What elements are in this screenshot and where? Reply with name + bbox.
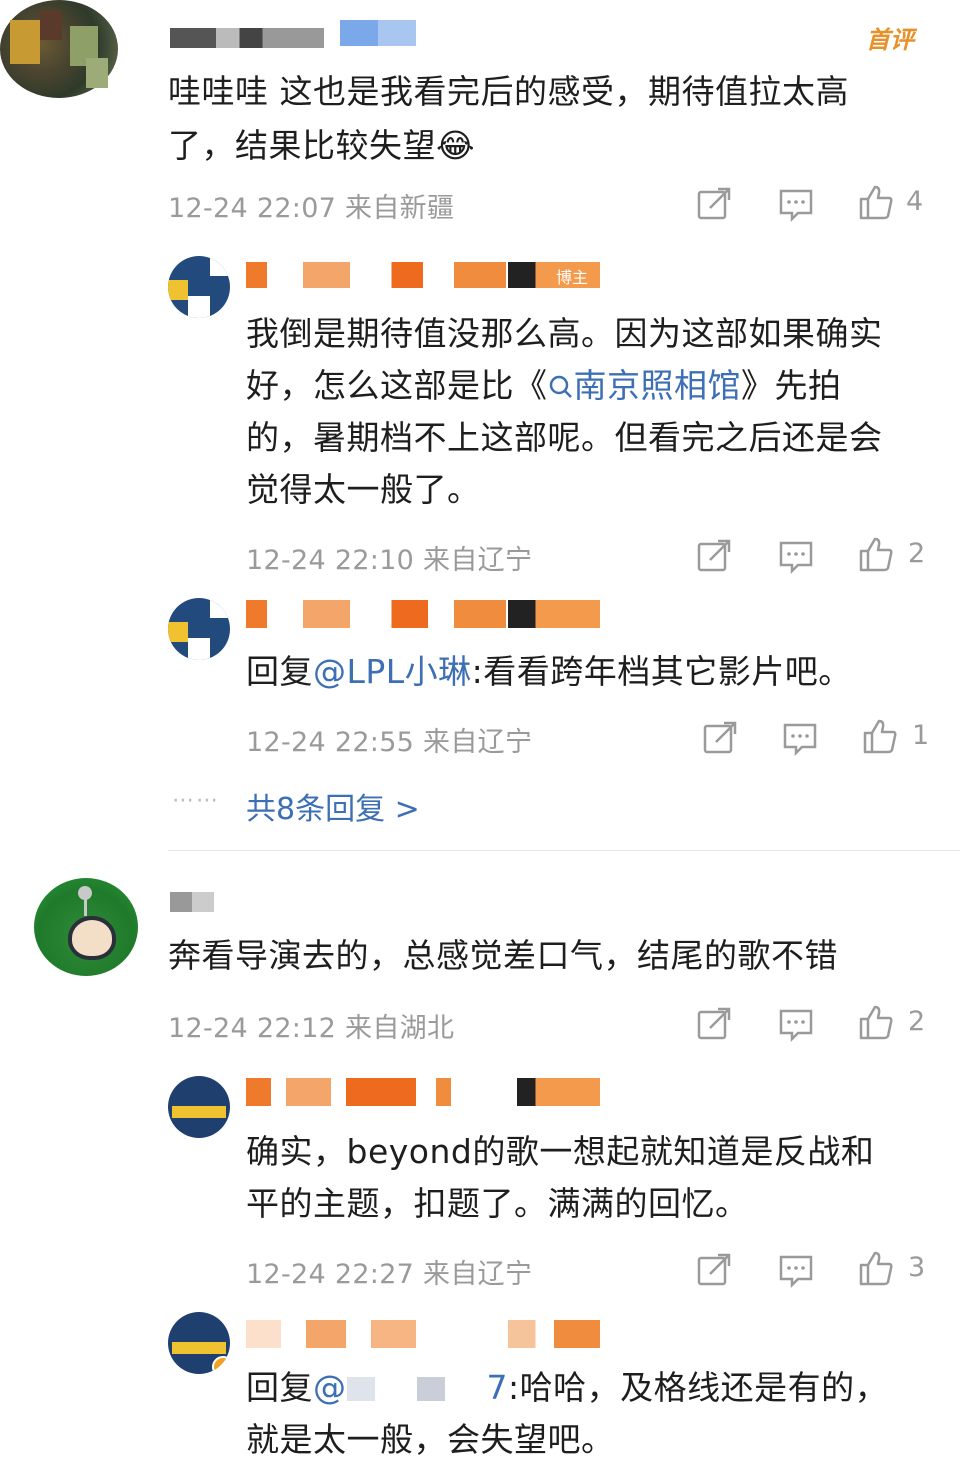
like-icon[interactable]	[858, 1004, 894, 1040]
like-count: 2	[908, 1006, 926, 1037]
username-blurred[interactable]	[246, 1320, 496, 1348]
reply-text: 回复@ 7:哈哈，及格线还是有的，	[246, 1368, 889, 1407]
avatar[interactable]	[168, 1312, 230, 1374]
reply-text: 的，暑期档不上这部呢。但看完之后还是会	[246, 418, 883, 457]
user-badge-blurred	[340, 20, 416, 46]
reply-text: 回复@LPL小琳:看看跨年档其它影片吧。	[246, 652, 852, 691]
mention-link[interactable]: @7	[313, 1368, 508, 1407]
comment-time: 12-24 22:12 来自湖北	[168, 1013, 455, 1044]
mention-blurred	[346, 1377, 487, 1401]
username-blurred[interactable]	[246, 262, 506, 288]
like-icon[interactable]	[858, 536, 894, 572]
first-comment-badge: 首评	[866, 26, 914, 54]
comment-icon[interactable]	[778, 186, 814, 222]
share-icon[interactable]	[702, 720, 738, 756]
user-badge-blurred	[508, 600, 600, 628]
comment-text: 哇哇哇 这也是我看完后的感受，期待值拉太高	[168, 72, 849, 111]
avatar[interactable]	[0, 0, 118, 98]
reply-text: 确实，beyond的歌一想起就知道是反战和	[246, 1132, 875, 1171]
avatar[interactable]	[168, 598, 230, 660]
share-icon[interactable]	[696, 186, 732, 222]
username-blurred[interactable]	[170, 892, 214, 912]
comment-icon[interactable]	[782, 720, 818, 756]
username-blurred[interactable]	[170, 28, 324, 48]
like-count: 4	[906, 186, 924, 217]
user-badge-blurred	[508, 1320, 600, 1348]
user-badge-blurred	[508, 1078, 600, 1106]
comment-icon[interactable]	[778, 538, 814, 574]
share-icon[interactable]	[696, 1252, 732, 1288]
share-icon[interactable]	[696, 1006, 732, 1042]
username-blurred[interactable]	[246, 600, 506, 628]
reply-time: 12-24 22:55 来自辽宁	[246, 727, 533, 758]
more-replies-link[interactable]: 共8条回复 >	[246, 784, 420, 828]
reply-time: 12-24 22:27 来自辽宁	[246, 1259, 533, 1290]
search-icon	[549, 375, 572, 398]
mention-link[interactable]: @LPL小琳	[313, 652, 472, 691]
like-count: 1	[912, 720, 930, 751]
avatar[interactable]	[34, 878, 138, 976]
comment-text: 了，结果比较失望😂	[168, 126, 476, 165]
username-blurred[interactable]	[246, 1078, 496, 1106]
avatar[interactable]	[168, 256, 230, 318]
reply-text: 我倒是期待值没那么高。因为这部如果确实	[246, 314, 883, 353]
avatar[interactable]	[168, 1076, 230, 1138]
reply-text: 觉得太一般了。	[246, 470, 481, 509]
like-count: 2	[908, 538, 926, 569]
comment-text: 奔看导演去的，总感觉差口气，结尾的歌不错	[168, 936, 838, 975]
like-icon[interactable]	[858, 184, 894, 220]
more-dots: ⋯⋯	[172, 788, 220, 813]
author-badge-label: 博主	[556, 268, 589, 287]
share-icon[interactable]	[696, 538, 732, 574]
search-topic-link[interactable]: 南京照相馆	[548, 366, 742, 405]
comment-icon[interactable]	[778, 1252, 814, 1288]
reply-time: 12-24 22:10 来自辽宁	[246, 545, 533, 576]
divider	[168, 850, 960, 851]
comment-icon[interactable]	[778, 1006, 814, 1042]
reply-text: 就是太一般，会失望吧。	[246, 1420, 615, 1459]
like-icon[interactable]	[862, 718, 898, 754]
reply-text: 好，怎么这部是比《 南京照相馆》先拍	[246, 366, 842, 405]
like-icon[interactable]	[858, 1250, 894, 1286]
reply-text: 平的主题，扣题了。满满的回忆。	[246, 1184, 749, 1223]
comment-time: 12-24 22:07 来自新疆	[168, 193, 455, 224]
like-count: 3	[908, 1252, 926, 1283]
